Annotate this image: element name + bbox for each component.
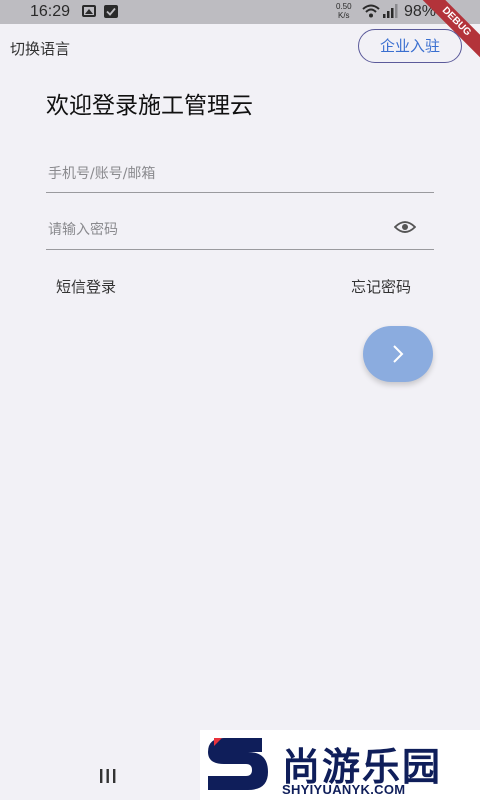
account-field[interactable]: 手机号/账号/邮箱	[46, 150, 434, 193]
watermark: 尚游乐园 SHYIYUANYK.COM	[200, 730, 480, 800]
status-time: 16:29	[30, 3, 71, 20]
status-bar: 16:29 0.50 K/s 98%	[0, 0, 480, 24]
enterprise-join-button[interactable]: 企业入驻	[358, 29, 462, 63]
check-icon	[104, 5, 118, 18]
account-placeholder: 手机号/账号/邮箱	[48, 166, 156, 182]
network-speed-value: 0.50	[336, 2, 352, 11]
sms-login-link[interactable]: 短信登录	[56, 276, 116, 297]
next-button[interactable]	[363, 326, 433, 382]
page-title: 欢迎登录施工管理云	[46, 93, 253, 119]
password-field[interactable]: 请输入密码	[46, 206, 434, 250]
chevron-right-icon	[393, 345, 404, 363]
forgot-password-link[interactable]: 忘记密码	[351, 276, 411, 297]
wifi-icon	[362, 4, 380, 18]
network-speed: 0.50 K/s	[336, 2, 352, 20]
watermark-domain: SHYIYUANYK.COM	[282, 782, 406, 797]
eye-icon[interactable]	[394, 220, 416, 234]
watermark-logo	[208, 738, 268, 790]
signal-icon	[383, 4, 398, 18]
image-icon	[82, 5, 96, 17]
recent-apps-icon[interactable]	[99, 768, 117, 784]
language-switch-button[interactable]: 切换语言	[10, 38, 70, 59]
network-speed-unit: K/s	[338, 11, 350, 20]
password-placeholder: 请输入密码	[48, 222, 118, 238]
